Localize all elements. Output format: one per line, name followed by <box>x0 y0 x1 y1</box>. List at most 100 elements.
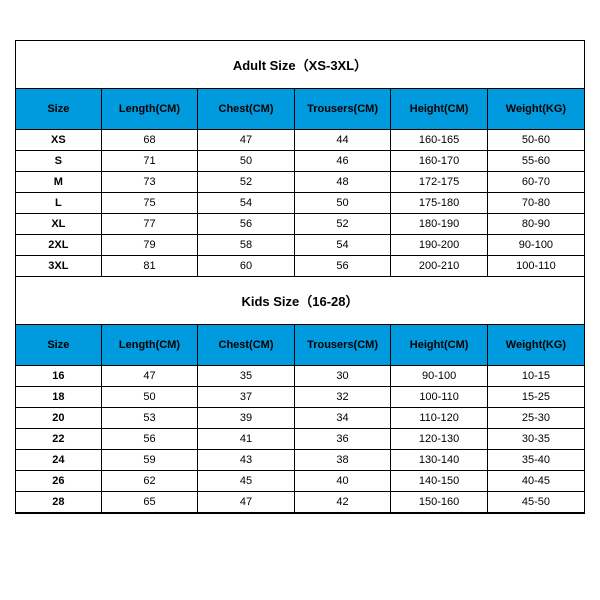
cell: 160-170 <box>391 151 488 172</box>
adult-size-table: Size Length(CM) Chest(CM) Trousers(CM) H… <box>16 89 584 277</box>
cell: 175-180 <box>391 193 488 214</box>
cell: 35-40 <box>487 450 584 471</box>
cell: 50 <box>198 151 295 172</box>
cell: 200-210 <box>391 256 488 277</box>
table-row: 20533934110-12025-30 <box>16 408 584 429</box>
cell-size: 28 <box>16 492 101 513</box>
cell: 42 <box>294 492 391 513</box>
table-row: L755450175-18070-80 <box>16 193 584 214</box>
cell-size: 26 <box>16 471 101 492</box>
cell: 90-100 <box>487 235 584 256</box>
cell-size: XS <box>16 130 101 151</box>
cell: 190-200 <box>391 235 488 256</box>
table-row: S715046160-17055-60 <box>16 151 584 172</box>
cell: 52 <box>294 214 391 235</box>
cell: 75 <box>101 193 198 214</box>
cell: 60 <box>198 256 295 277</box>
cell: 150-160 <box>391 492 488 513</box>
cell: 77 <box>101 214 198 235</box>
table-header-row: Size Length(CM) Chest(CM) Trousers(CM) H… <box>16 89 584 130</box>
col-chest: Chest(CM) <box>198 325 295 366</box>
table-row: 2XL795854190-20090-100 <box>16 235 584 256</box>
cell: 73 <box>101 172 198 193</box>
table-row: 1647353090-10010-15 <box>16 366 584 387</box>
cell: 70-80 <box>487 193 584 214</box>
table-row: 3XL816056200-210100-110 <box>16 256 584 277</box>
cell: 10-15 <box>487 366 584 387</box>
cell: 100-110 <box>487 256 584 277</box>
cell-size: 2XL <box>16 235 101 256</box>
cell-size: 24 <box>16 450 101 471</box>
cell: 41 <box>198 429 295 450</box>
cell: 58 <box>198 235 295 256</box>
cell: 60-70 <box>487 172 584 193</box>
cell: 90-100 <box>391 366 488 387</box>
col-length: Length(CM) <box>101 89 198 130</box>
adult-title: Adult Size（XS-3XL） <box>16 41 584 89</box>
cell: 50 <box>294 193 391 214</box>
cell: 56 <box>198 214 295 235</box>
cell: 47 <box>198 130 295 151</box>
cell: 65 <box>101 492 198 513</box>
col-chest: Chest(CM) <box>198 89 295 130</box>
cell-size: 3XL <box>16 256 101 277</box>
col-trousers: Trousers(CM) <box>294 89 391 130</box>
size-chart-sheet: Adult Size（XS-3XL） Size Length(CM) Chest… <box>15 40 585 514</box>
cell: 39 <box>198 408 295 429</box>
table-header-row: Size Length(CM) Chest(CM) Trousers(CM) H… <box>16 325 584 366</box>
table-row: 26624540140-15040-45 <box>16 471 584 492</box>
cell: 130-140 <box>391 450 488 471</box>
cell: 40 <box>294 471 391 492</box>
cell: 34 <box>294 408 391 429</box>
col-trousers: Trousers(CM) <box>294 325 391 366</box>
col-height: Height(CM) <box>391 89 488 130</box>
cell: 37 <box>198 387 295 408</box>
cell: 48 <box>294 172 391 193</box>
cell: 46 <box>294 151 391 172</box>
cell: 71 <box>101 151 198 172</box>
col-size: Size <box>16 325 101 366</box>
cell: 180-190 <box>391 214 488 235</box>
cell: 36 <box>294 429 391 450</box>
cell: 15-25 <box>487 387 584 408</box>
cell: 40-45 <box>487 471 584 492</box>
cell: 32 <box>294 387 391 408</box>
cell: 52 <box>198 172 295 193</box>
cell-size: 20 <box>16 408 101 429</box>
table-row: 22564136120-13030-35 <box>16 429 584 450</box>
cell-size: M <box>16 172 101 193</box>
cell: 54 <box>198 193 295 214</box>
cell: 53 <box>101 408 198 429</box>
table-row: 24594338130-14035-40 <box>16 450 584 471</box>
cell: 56 <box>101 429 198 450</box>
cell: 50 <box>101 387 198 408</box>
cell: 79 <box>101 235 198 256</box>
table-row: XS684744160-16550-60 <box>16 130 584 151</box>
cell-size: 16 <box>16 366 101 387</box>
cell: 54 <box>294 235 391 256</box>
cell: 120-130 <box>391 429 488 450</box>
cell: 62 <box>101 471 198 492</box>
cell: 68 <box>101 130 198 151</box>
cell: 30 <box>294 366 391 387</box>
cell: 38 <box>294 450 391 471</box>
cell: 80-90 <box>487 214 584 235</box>
cell: 100-110 <box>391 387 488 408</box>
cell: 55-60 <box>487 151 584 172</box>
kids-size-table: Size Length(CM) Chest(CM) Trousers(CM) H… <box>16 325 584 513</box>
cell-size: L <box>16 193 101 214</box>
cell: 47 <box>198 492 295 513</box>
cell: 110-120 <box>391 408 488 429</box>
table-row: M735248172-17560-70 <box>16 172 584 193</box>
col-weight: Weight(KG) <box>487 325 584 366</box>
cell: 160-165 <box>391 130 488 151</box>
col-size: Size <box>16 89 101 130</box>
cell-size: S <box>16 151 101 172</box>
cell: 45-50 <box>487 492 584 513</box>
table-row: 18503732100-11015-25 <box>16 387 584 408</box>
cell: 35 <box>198 366 295 387</box>
cell: 30-35 <box>487 429 584 450</box>
cell: 59 <box>101 450 198 471</box>
col-length: Length(CM) <box>101 325 198 366</box>
cell: 56 <box>294 256 391 277</box>
